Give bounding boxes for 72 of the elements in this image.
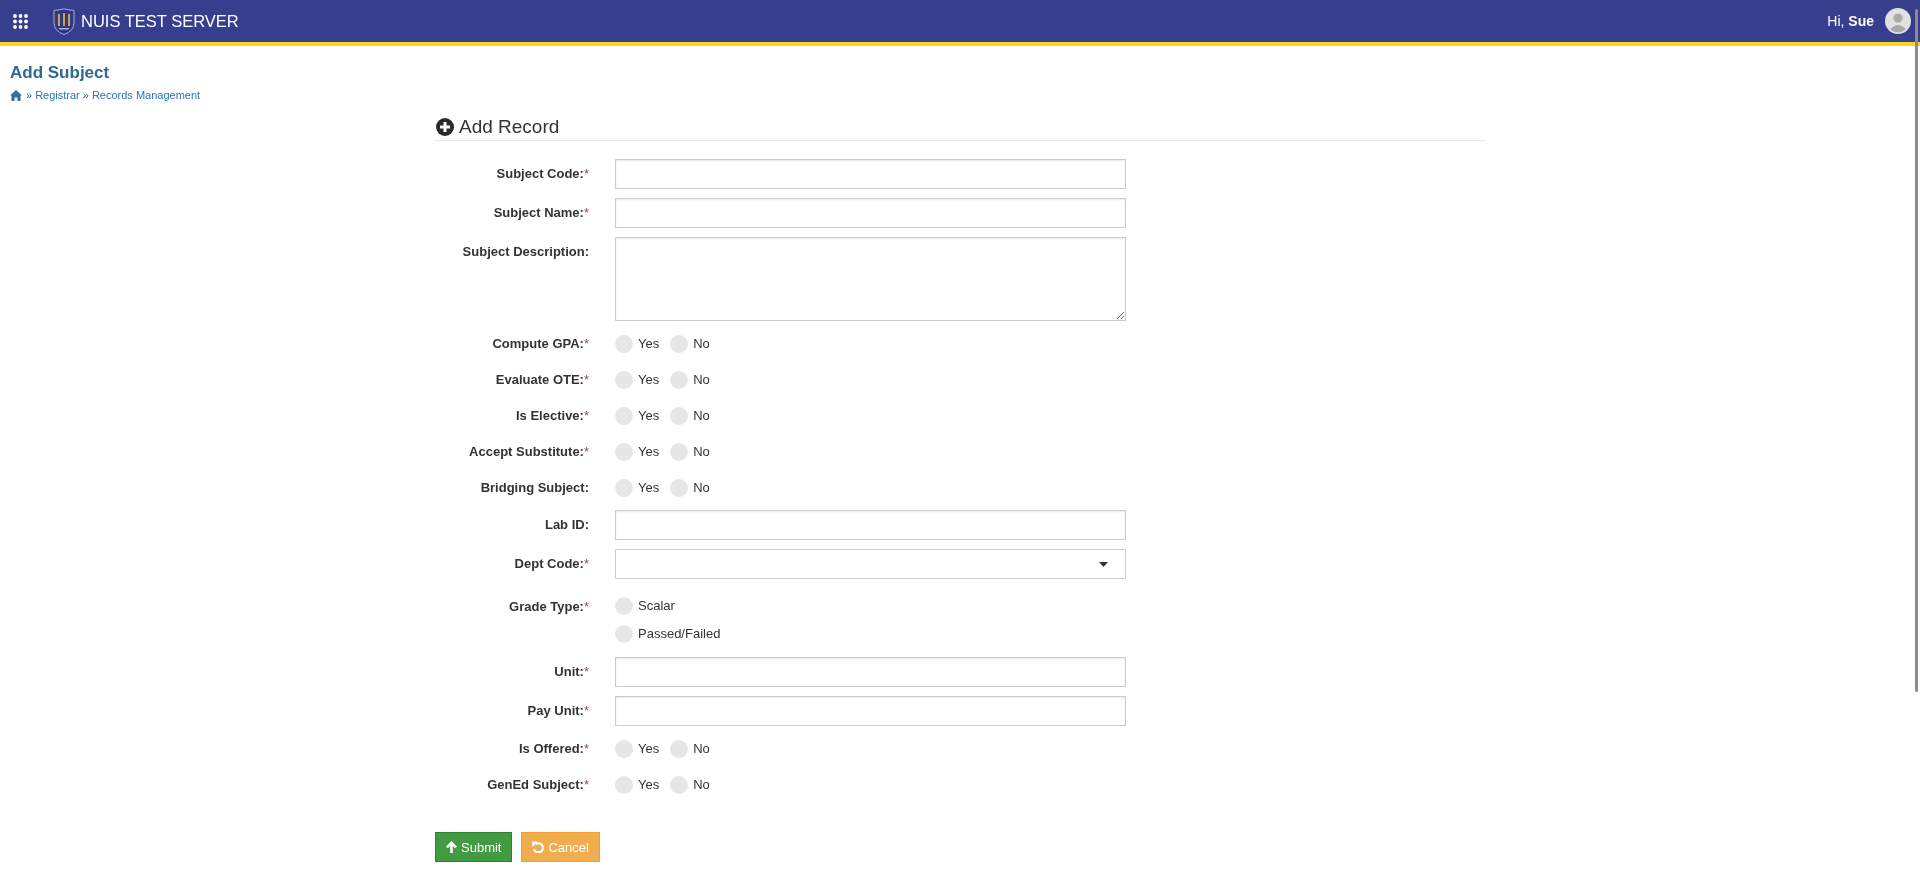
radio-button[interactable] xyxy=(615,775,633,794)
text-input-field[interactable] xyxy=(615,159,1126,189)
field-label: Compute GPA:* xyxy=(492,335,589,353)
breadcrumb-link[interactable]: Registrar xyxy=(35,88,80,102)
radio-button[interactable] xyxy=(670,370,689,389)
text-input-field[interactable] xyxy=(615,696,1126,726)
radio-option-label[interactable]: Yes xyxy=(638,443,660,460)
field-label: Subject Name:* xyxy=(493,204,589,222)
submit-button[interactable]: Submit xyxy=(435,832,513,862)
scrollbar-thumb[interactable] xyxy=(1915,9,1918,692)
app-title: NUIS TEST SERVER xyxy=(81,11,239,31)
field-label: Evaluate OTE:* xyxy=(495,371,589,389)
user-greeting: Hi, Sue xyxy=(1827,12,1874,30)
radio-option-label[interactable]: No xyxy=(693,335,710,352)
field-label: Is Offered:* xyxy=(518,740,589,758)
undo-icon xyxy=(532,841,545,853)
radio-button[interactable] xyxy=(615,478,633,497)
text-input-field[interactable] xyxy=(615,510,1126,540)
field-label: Subject Description: xyxy=(462,243,589,261)
radio-option-label[interactable]: No xyxy=(693,740,710,757)
radio-button[interactable] xyxy=(670,478,689,497)
field-label: Subject Code:* xyxy=(496,165,589,183)
arrow-up-icon xyxy=(446,841,457,853)
plus-circle-icon xyxy=(436,118,454,136)
breadcrumb-separator: » xyxy=(26,88,33,102)
radio-option-label[interactable]: No xyxy=(693,776,710,793)
field-label: Accept Substitute:* xyxy=(469,443,589,461)
radio-option-label[interactable]: No xyxy=(693,443,710,460)
radio-option-label[interactable]: Yes xyxy=(638,407,660,424)
radio-button[interactable] xyxy=(615,370,633,389)
radio-button[interactable] xyxy=(615,739,633,758)
radio-option-label[interactable]: No xyxy=(693,407,710,424)
user-avatar-icon[interactable] xyxy=(1885,8,1911,34)
text-input-field[interactable] xyxy=(615,198,1126,228)
radio-option-label[interactable]: Yes xyxy=(638,740,660,757)
app-grid-menu-icon[interactable] xyxy=(13,13,28,29)
radio-option-label[interactable]: Yes xyxy=(638,479,660,496)
radio-button[interactable] xyxy=(615,406,633,425)
breadcrumb-separator: » xyxy=(82,88,89,102)
field-label: GenEd Subject:* xyxy=(487,776,589,794)
radio-button[interactable] xyxy=(670,775,689,794)
radio-button[interactable] xyxy=(670,442,689,461)
shield-logo-icon xyxy=(53,7,75,35)
radio-option-label[interactable]: No xyxy=(693,371,710,388)
field-label: Lab ID: xyxy=(544,516,589,534)
dropdown-field[interactable] xyxy=(615,549,1126,579)
field-label: Is Elective:* xyxy=(516,407,589,425)
home-icon[interactable] xyxy=(10,89,22,101)
caret-icon xyxy=(1099,561,1108,567)
radio-option-label[interactable]: Scalar xyxy=(638,598,675,614)
radio-button[interactable] xyxy=(670,334,689,353)
textarea-field[interactable] xyxy=(615,237,1126,321)
field-label: Bridging Subject: xyxy=(480,479,589,497)
page-title: Add Subject xyxy=(10,62,110,84)
field-label: Grade Type:* xyxy=(509,598,589,616)
radio-option-label[interactable]: No xyxy=(693,479,710,496)
radio-option-label[interactable]: Passed/Failed xyxy=(638,626,721,642)
radio-button[interactable] xyxy=(615,625,633,643)
radio-option-label[interactable]: Yes xyxy=(638,335,660,352)
radio-button[interactable] xyxy=(615,597,633,615)
radio-option-label[interactable]: Yes xyxy=(638,371,660,388)
radio-button[interactable] xyxy=(670,739,689,758)
radio-button[interactable] xyxy=(615,442,633,461)
text-input-field[interactable] xyxy=(615,657,1126,687)
field-label: Dept Code:* xyxy=(514,555,589,573)
radio-option-label[interactable]: Yes xyxy=(638,776,660,793)
radio-button[interactable] xyxy=(670,406,689,425)
form-title: Add Record xyxy=(459,115,560,139)
radio-button[interactable] xyxy=(615,334,633,353)
field-label: Unit:* xyxy=(554,663,589,681)
field-label: Pay Unit:* xyxy=(527,702,589,720)
breadcrumb-link[interactable]: Records Management xyxy=(91,88,201,102)
